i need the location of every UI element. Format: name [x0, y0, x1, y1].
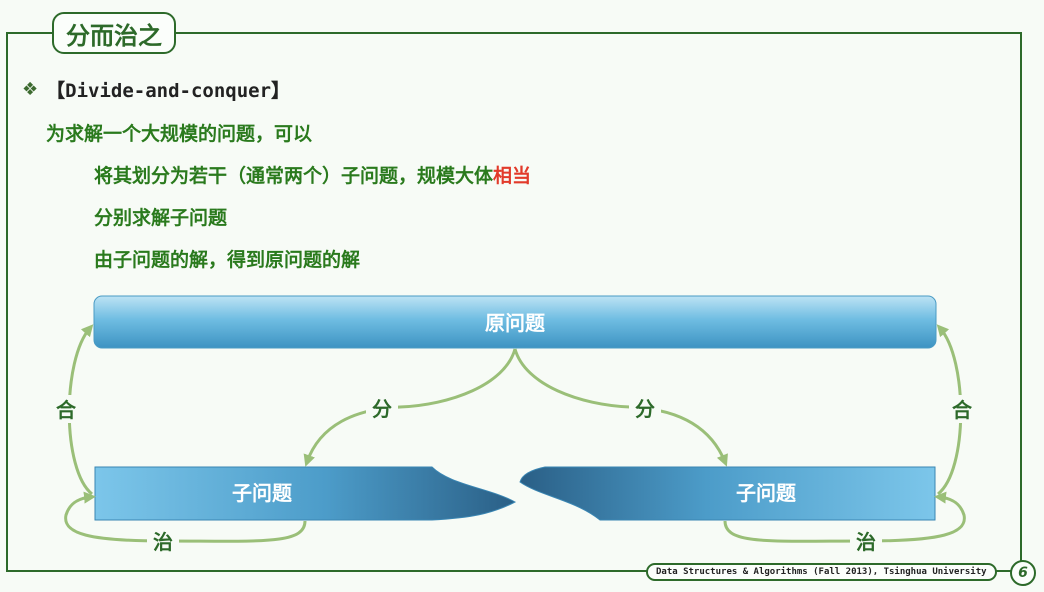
page-number: 6 [1010, 560, 1036, 586]
course-footer: Data Structures & Algorithms (Fall 2013)… [646, 563, 997, 581]
conquer-right-label: 治 [856, 530, 876, 554]
combine-left-label: 合 [56, 398, 77, 422]
divide-right-label: 分 [635, 397, 655, 421]
divide-left-arrow [303, 348, 517, 467]
divide-conquer-diagram: 原问题 子问题 子问题 分 分 合 合 治 治 [52, 295, 976, 554]
left-subproblem-label: 子问题 [232, 481, 293, 505]
divide-right-arrow [513, 348, 728, 467]
divide-left-label: 分 [372, 397, 392, 421]
combine-right-label: 合 [952, 398, 973, 422]
left-subproblem-box [94, 466, 517, 521]
right-subproblem-box [519, 466, 936, 521]
conquer-left-label: 治 [153, 530, 173, 554]
original-problem-label: 原问题 [485, 311, 546, 335]
right-subproblem-label: 子问题 [736, 481, 797, 505]
